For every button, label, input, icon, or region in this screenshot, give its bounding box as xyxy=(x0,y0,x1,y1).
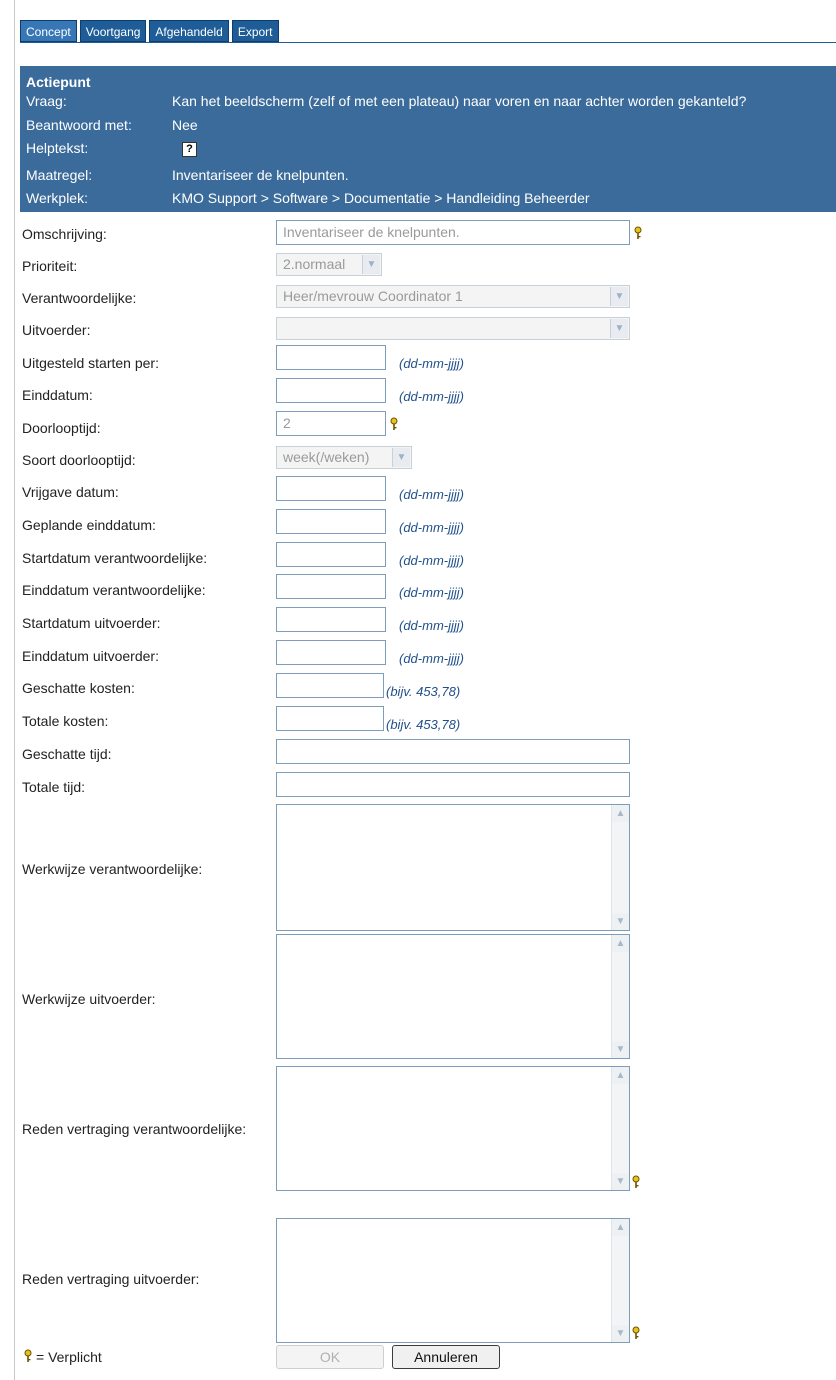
beantwoord-label: Beantwoord met: xyxy=(26,117,132,133)
scroll-down-icon[interactable]: ▼ xyxy=(612,1041,629,1058)
tab-bar: Concept Voortgang Afgehandeld Export xyxy=(20,20,279,42)
omschrijving-input[interactable]: Inventariseer de knelpunten. xyxy=(276,220,630,245)
uitvoerder-select[interactable]: ▼ xyxy=(276,317,630,340)
scroll-down-icon[interactable]: ▼ xyxy=(612,1173,629,1190)
date-hint: (dd-mm-jjjj) xyxy=(399,520,464,535)
cost-hint: (bijv. 453,78) xyxy=(386,684,461,699)
reden-vertraging-verantwoordelijke-textarea[interactable]: ▲ ▼ xyxy=(276,1066,630,1191)
vraag-label: Vraag: xyxy=(26,93,67,109)
soort-doorlooptijd-value: week(/weken) xyxy=(283,449,370,465)
scroll-up-icon[interactable]: ▲ xyxy=(612,1219,629,1236)
werkplek-label: Werkplek: xyxy=(26,190,88,206)
help-icon[interactable]: ? xyxy=(182,142,197,157)
date-hint: (dd-mm-jjjj) xyxy=(399,389,464,404)
date-hint: (dd-mm-jjjj) xyxy=(399,553,464,568)
beantwoord-value: Nee xyxy=(172,117,198,133)
totale-tijd-input[interactable] xyxy=(276,772,630,797)
chevron-down-icon: ▼ xyxy=(610,319,628,338)
date-hint: (dd-mm-jjjj) xyxy=(399,618,464,633)
einddatum-label: Einddatum: xyxy=(22,387,93,403)
cancel-button[interactable]: Annuleren xyxy=(392,1345,500,1369)
vraag-value: Kan het beeldscherm (zelf of met een pla… xyxy=(172,93,747,109)
date-hint: (dd-mm-jjjj) xyxy=(399,585,464,600)
einddatum-input[interactable] xyxy=(276,378,386,403)
werkplek-value: KMO Support > Software > Documentatie > … xyxy=(172,190,590,206)
tab-voortgang[interactable]: Voortgang xyxy=(79,20,147,42)
werkwijze-uitvoerder-textarea[interactable]: ▲ ▼ xyxy=(276,934,630,1059)
scroll-down-icon[interactable]: ▼ xyxy=(612,913,629,930)
tab-export[interactable]: Export xyxy=(231,20,279,42)
chevron-down-icon: ▼ xyxy=(392,448,410,467)
vrijgave-label: Vrijgave datum: xyxy=(22,484,119,500)
einddatum-uitvoerder-input[interactable] xyxy=(276,640,386,665)
verantwoordelijke-select[interactable]: Heer/mevrouw Coordinator 1 ▼ xyxy=(276,285,630,308)
vrijgave-input[interactable] xyxy=(276,476,386,501)
scrollbar[interactable]: ▲ ▼ xyxy=(611,1219,629,1342)
key-icon xyxy=(632,1326,640,1339)
geschatte-kosten-input[interactable] xyxy=(276,673,384,698)
actiepunt-info: Actiepunt Vraag: Kan het beeldscherm (ze… xyxy=(20,66,836,212)
uitgesteld-label: Uitgesteld starten per: xyxy=(22,355,159,371)
doorlooptijd-label: Doorlooptijd: xyxy=(22,420,101,436)
date-hint: (dd-mm-jjjj) xyxy=(399,356,464,371)
key-icon xyxy=(390,417,398,430)
scrollbar[interactable]: ▲ ▼ xyxy=(611,935,629,1058)
tab-underline xyxy=(20,42,836,43)
scroll-up-icon[interactable]: ▲ xyxy=(612,935,629,952)
reden-vertraging-verantwoordelijke-label: Reden vertraging verantwoordelijke: xyxy=(22,1121,247,1137)
scroll-up-icon[interactable]: ▲ xyxy=(612,805,629,822)
chevron-down-icon: ▼ xyxy=(362,255,380,274)
werkwijze-verantwoordelijke-textarea[interactable]: ▲ ▼ xyxy=(276,804,630,931)
geplande-einddatum-input[interactable] xyxy=(276,509,386,534)
chevron-down-icon: ▼ xyxy=(610,287,628,306)
prioriteit-value: 2.normaal xyxy=(283,256,346,272)
scrollbar[interactable]: ▲ ▼ xyxy=(611,805,629,930)
doorlooptijd-input[interactable]: 2 xyxy=(276,411,386,436)
prioriteit-label: Prioriteit: xyxy=(22,258,78,274)
startdatum-uitvoerder-label: Startdatum uitvoerder: xyxy=(22,615,161,631)
totale-kosten-input[interactable] xyxy=(276,706,384,731)
key-icon xyxy=(632,1175,640,1188)
scroll-up-icon[interactable]: ▲ xyxy=(612,1067,629,1084)
maatregel-value: Inventariseer de knelpunten. xyxy=(172,167,349,183)
startdatum-uitvoerder-input[interactable] xyxy=(276,607,386,632)
helptekst-label: Helptekst: xyxy=(26,140,89,156)
einddatum-verantwoordelijke-input[interactable] xyxy=(276,574,386,599)
totale-kosten-label: Totale kosten: xyxy=(22,713,109,729)
geschatte-kosten-label: Geschatte kosten: xyxy=(22,680,135,696)
key-icon xyxy=(24,1349,32,1362)
verantwoordelijke-label: Verantwoordelijke: xyxy=(22,290,137,306)
info-title: Actiepunt xyxy=(26,74,91,90)
uitgesteld-input[interactable] xyxy=(276,345,386,370)
verplicht-legend: = Verplicht xyxy=(36,1349,102,1365)
startdatum-verantwoordelijke-label: Startdatum verantwoordelijke: xyxy=(22,550,208,566)
date-hint: (dd-mm-jjjj) xyxy=(399,651,464,666)
tab-afgehandeld[interactable]: Afgehandeld xyxy=(149,20,229,42)
tab-concept[interactable]: Concept xyxy=(20,20,77,42)
date-hint: (dd-mm-jjjj) xyxy=(399,487,464,502)
cost-hint: (bijv. 453,78) xyxy=(386,717,461,732)
werkwijze-verantwoordelijke-label: Werkwijze verantwoordelijke: xyxy=(22,861,203,877)
reden-vertraging-uitvoerder-textarea[interactable]: ▲ ▼ xyxy=(276,1218,630,1343)
geplande-einddatum-label: Geplande einddatum: xyxy=(22,517,156,533)
key-icon xyxy=(634,226,642,239)
einddatum-uitvoerder-label: Einddatum uitvoerder: xyxy=(22,648,159,664)
totale-tijd-label: Totale tijd: xyxy=(22,779,86,795)
werkwijze-uitvoerder-label: Werkwijze uitvoerder: xyxy=(22,991,156,1007)
scrollbar[interactable]: ▲ ▼ xyxy=(611,1067,629,1190)
ok-button[interactable]: OK xyxy=(276,1345,384,1369)
geschatte-tijd-label: Geschatte tijd: xyxy=(22,746,112,762)
soort-doorlooptijd-label: Soort doorlooptijd: xyxy=(22,452,136,468)
startdatum-verantwoordelijke-input[interactable] xyxy=(276,542,386,567)
uitvoerder-label: Uitvoerder: xyxy=(22,322,91,338)
soort-doorlooptijd-select[interactable]: week(/weken) ▼ xyxy=(276,446,412,469)
maatregel-label: Maatregel: xyxy=(26,167,93,183)
scroll-down-icon[interactable]: ▼ xyxy=(612,1325,629,1342)
einddatum-verantwoordelijke-label: Einddatum verantwoordelijke: xyxy=(22,582,206,598)
verantwoordelijke-value: Heer/mevrouw Coordinator 1 xyxy=(283,288,463,304)
geschatte-tijd-input[interactable] xyxy=(276,739,630,764)
reden-vertraging-uitvoerder-label: Reden vertraging uitvoerder: xyxy=(22,1271,200,1287)
prioriteit-select[interactable]: 2.normaal ▼ xyxy=(276,253,382,276)
omschrijving-label: Omschrijving: xyxy=(22,226,107,242)
